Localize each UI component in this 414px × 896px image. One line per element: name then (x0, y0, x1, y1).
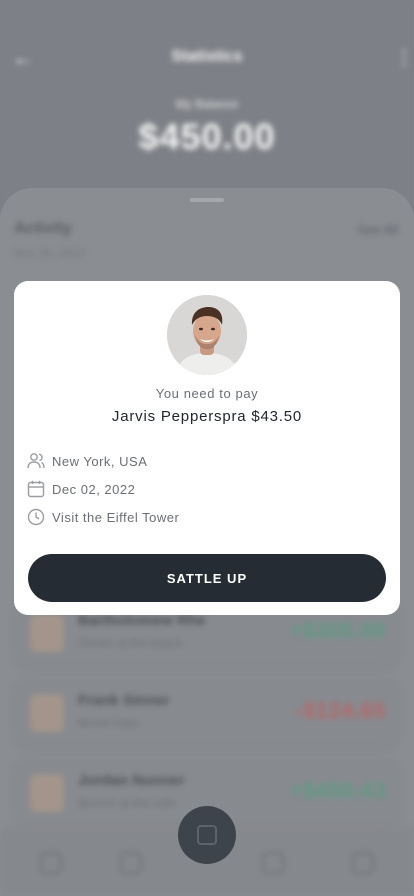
activity-date: Nov 30, 2022 (14, 246, 86, 260)
scan-icon (197, 825, 217, 845)
scan-fab-button[interactable] (178, 806, 236, 864)
page-title: Statistics (171, 48, 243, 65)
avatar (30, 614, 64, 652)
balance-label: My Balance (175, 97, 239, 111)
note-row: Visit the Eiffel Tower (26, 507, 179, 527)
list-item-desc: Brunch at the cafe (78, 796, 176, 810)
note-text: Visit the Eiffel Tower (52, 509, 180, 525)
profile-tab-icon[interactable] (352, 852, 374, 874)
balance-value: $450.00 (138, 116, 276, 157)
list-item-name: Frank Sinner (78, 692, 170, 709)
location-text: New York, USA (52, 453, 148, 469)
settle-up-button[interactable]: SATTLE UP (28, 554, 386, 602)
date-text: Dec 02, 2022 (52, 481, 136, 497)
home-tab-icon[interactable] (40, 852, 62, 874)
list-item[interactable]: Frank Sinner Movie Date -$124.65 (14, 678, 400, 748)
location-row: New York, USA (26, 451, 147, 471)
users-icon (26, 451, 46, 471)
more-vertical-icon[interactable]: ⋮ (394, 45, 414, 71)
avatar (30, 774, 64, 812)
pay-label: You need to pay (155, 386, 259, 401)
calendar-icon (26, 479, 46, 499)
profile-photo (167, 295, 247, 375)
date-row: Dec 02, 2022 (26, 479, 135, 499)
stats-tab-icon[interactable] (120, 852, 142, 874)
list-item-amount: +$305.00 (289, 618, 386, 643)
wallet-tab-icon[interactable] (262, 852, 284, 874)
list-item-amount: +$450.43 (289, 778, 386, 803)
payment-modal: You need to pay Jarvis Pepperspra $43.50… (14, 281, 400, 615)
activity-title: Activity (14, 220, 72, 237)
payee-name-amount: Jarvis Pepperspra $43.50 (111, 408, 303, 425)
avatar (30, 694, 64, 732)
list-item-amount: -$124.65 (295, 698, 386, 723)
list-item-desc: Movie Date (78, 716, 139, 730)
list-item-desc: Dinner at the beach (78, 636, 183, 650)
person-portrait (167, 295, 247, 375)
sheet-handle[interactable] (190, 198, 224, 202)
clock-icon (26, 507, 46, 527)
see-all-link[interactable]: See All (358, 222, 398, 237)
list-item-name: Jordan Nunner (78, 772, 185, 789)
